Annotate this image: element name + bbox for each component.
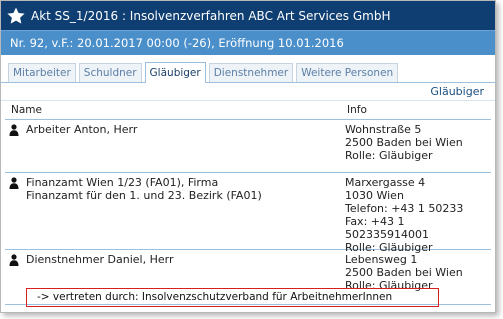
info-line: 2500 Baden bei Wien xyxy=(345,136,463,149)
creditor-name-detail: Finanzamt für den 1. und 23. Bezirk (FA0… xyxy=(26,189,262,202)
tab-dienstnehmer[interactable]: Dienstnehmer xyxy=(208,63,294,82)
title-bar: Akt SS_1/2016 : Insolvenzverfahren ABC A… xyxy=(1,1,495,30)
table-header: Name Info xyxy=(5,101,491,120)
section-title: Gläubiger xyxy=(1,83,495,101)
info-line: Marxergasse 4 xyxy=(345,176,426,189)
table-row[interactable]: Finanzamt Wien 1/23 (FA01), Firma Finanz… xyxy=(5,173,491,254)
creditor-name[interactable]: Finanzamt Wien 1/23 (FA01), Firma xyxy=(26,176,262,189)
case-window: Akt SS_1/2016 : Insolvenzverfahren ABC A… xyxy=(0,0,496,313)
tab-glaeubiger[interactable]: Gläubiger xyxy=(144,62,206,83)
person-icon xyxy=(9,250,26,304)
window-title: Akt SS_1/2016 : Insolvenzverfahren ABC A… xyxy=(31,8,391,23)
creditor-name[interactable]: Dienstnehmer Daniel, Herr xyxy=(26,253,173,266)
column-header-name: Name xyxy=(11,104,42,116)
star-icon[interactable] xyxy=(1,1,31,30)
tab-schuldner[interactable]: Schuldner xyxy=(78,63,142,82)
info-line: Lebensweg 1 xyxy=(345,253,418,266)
row-name-cell: Arbeiter Anton, Herr xyxy=(5,120,345,172)
table-row[interactable]: Arbeiter Anton, Herr Wohnstraße 5 2500 B… xyxy=(5,120,491,173)
person-icon xyxy=(9,120,26,172)
row-name-cell: Finanzamt Wien 1/23 (FA01), Firma Finanz… xyxy=(5,173,345,249)
representation-note[interactable]: -> vertreten durch: Insolvenzschutzverba… xyxy=(26,288,439,307)
row-info-cell: Wohnstraße 5 2500 Baden bei Wien Rolle: … xyxy=(345,120,491,172)
tab-bar: Mitarbeiter Schuldner Gläubiger Dienstne… xyxy=(1,58,495,83)
person-icon xyxy=(9,173,26,249)
info-line: Telefon: +43 1 50233 xyxy=(345,202,464,215)
info-line: 1030 Wien xyxy=(345,189,404,202)
info-line: Rolle: Gläubiger xyxy=(345,149,433,162)
info-line: Wohnstraße 5 xyxy=(345,123,422,136)
creditor-name[interactable]: Arbeiter Anton, Herr xyxy=(26,123,137,136)
case-subtitle: Nr. 92, v.F.: 20.01.2017 00:00 (-26), Er… xyxy=(1,30,495,55)
column-header-info: Info xyxy=(347,104,367,116)
tab-mitarbeiter[interactable]: Mitarbeiter xyxy=(8,63,76,82)
info-line: 2500 Baden bei Wien xyxy=(345,266,463,279)
row-info-cell: Marxergasse 4 1030 Wien Telefon: +43 1 5… xyxy=(345,173,491,254)
tab-weitere-personen[interactable]: Weitere Personen xyxy=(296,63,399,82)
info-line: Fax: +43 1 502335914001 xyxy=(345,215,429,241)
